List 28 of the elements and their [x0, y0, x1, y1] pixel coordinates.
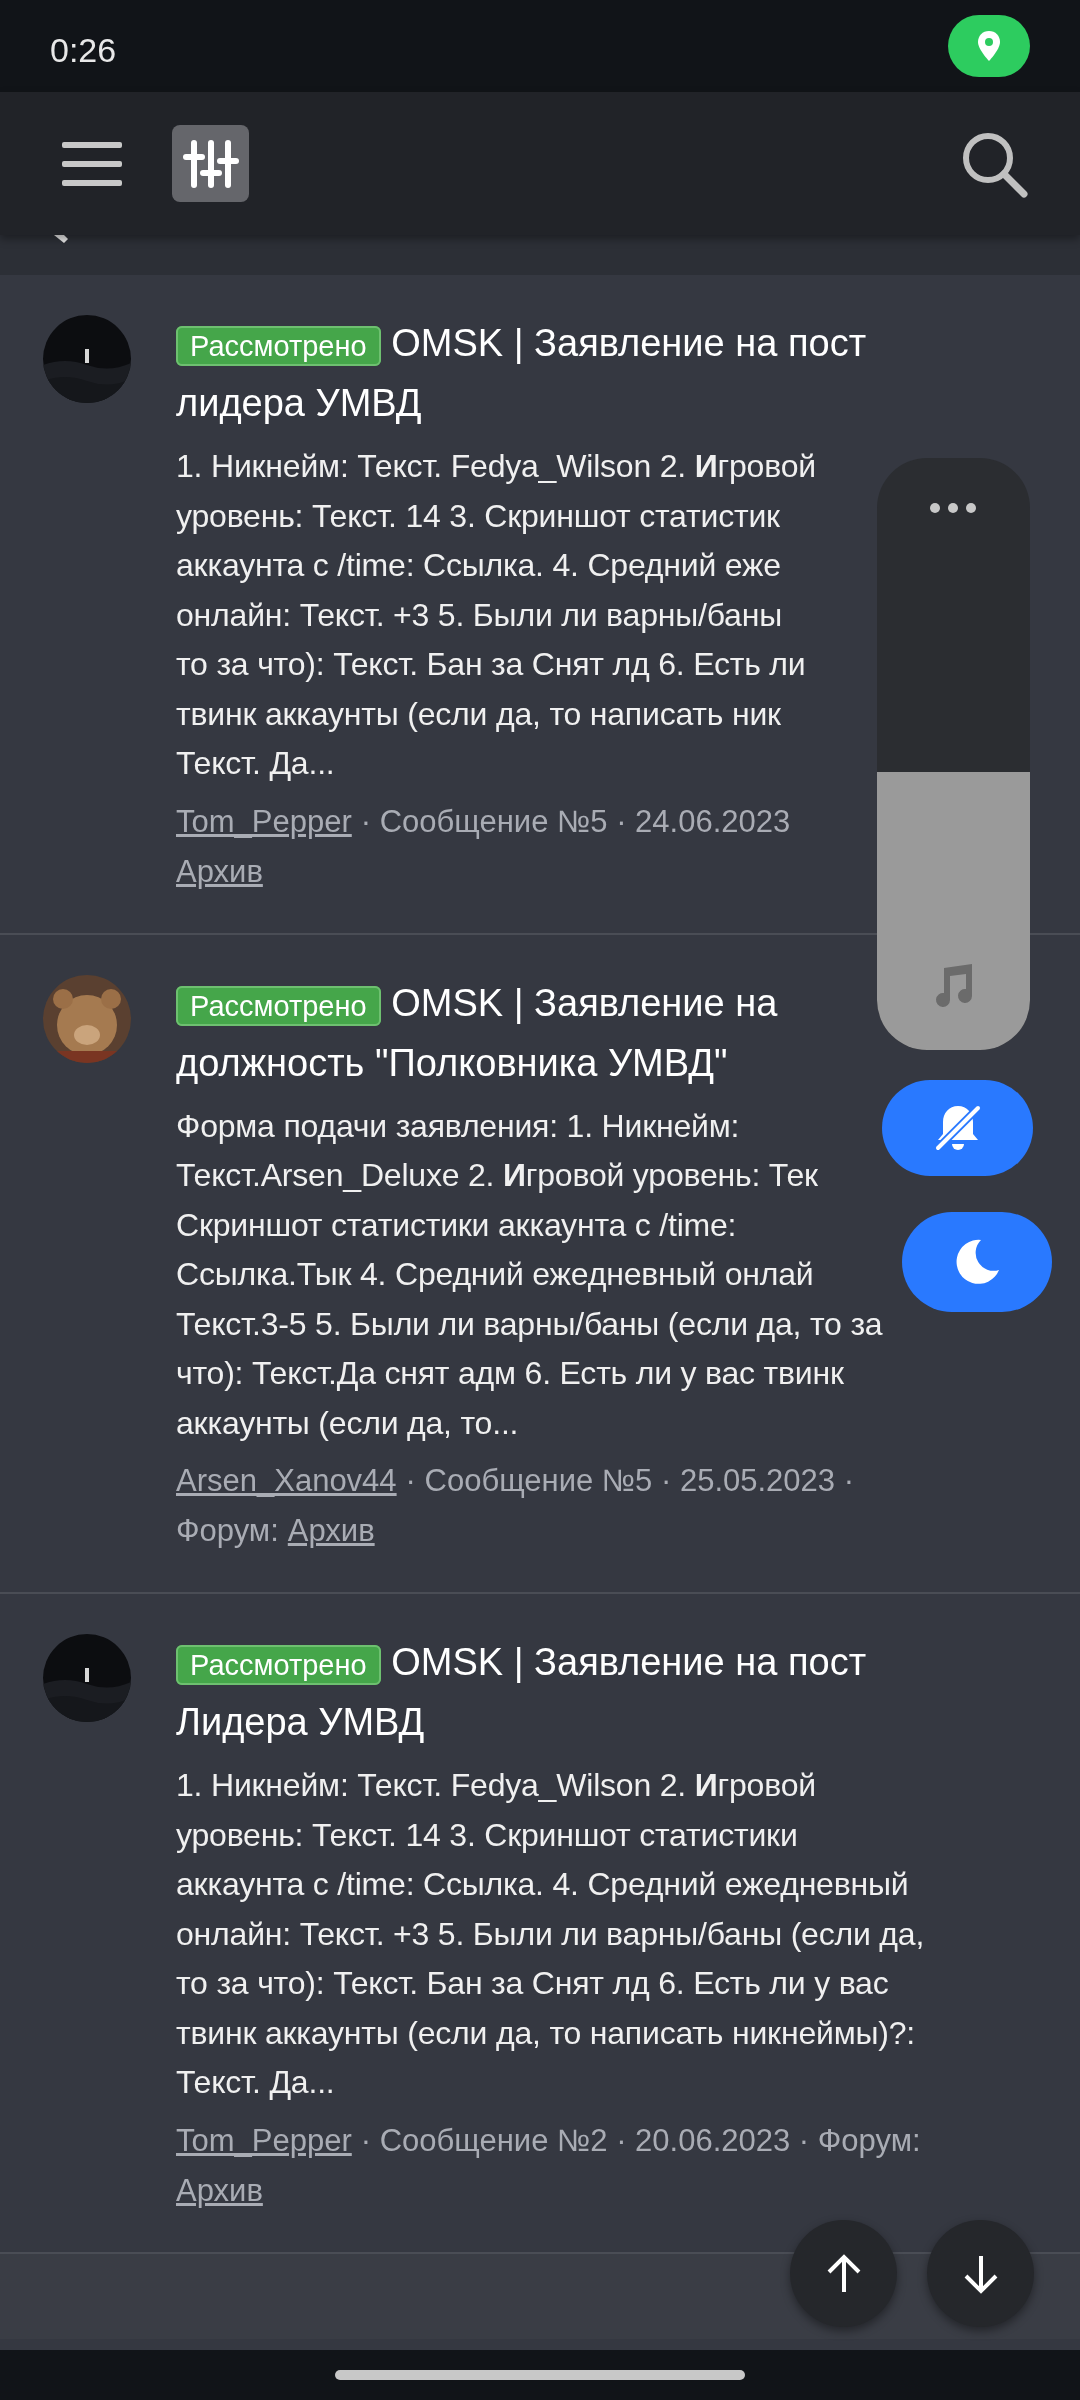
filter-button[interactable] — [172, 125, 249, 202]
sliders-icon — [181, 138, 240, 189]
status-time: 0:26 — [50, 30, 117, 70]
author-link[interactable]: Arsen_Xanov44 — [176, 1456, 397, 1506]
thread-excerpt: 1. Никнейм: Текст. Fedya_Wilson 2. Игровой уровень: Текст. 14 3. Скриншот статистики аккаунта с /time: Ссылка. 4. Средний ежедневный онлайн: Текст. +3 5. Были ли варны/баны (если да, то за что): Текст. Бан за Снят лд 6. Есть ли у вас твинк аккаунты (если да, то написать никнеймы)?: Текст. Да... — [176, 1766, 925, 2102]
post-info: · Сообщение №5 · 25.05.2023 · — [405, 1462, 854, 1500]
forum-link[interactable]: Архив — [176, 846, 263, 897]
volume-slider[interactable] — [877, 458, 1030, 1050]
author-link[interactable]: Tom_Pepper — [176, 796, 352, 847]
thread-excerpt: 1. Никнейм: Текст. Fedya_Wilson 2. Игровой уровень: Текст. 14 3. Скриншот статистик аккаунта с /time: Ссылка. 4. Средний еже онлайн: Текст. +3 5. Были ли варны/баны то за что): Текст. Бан за Снят лд 6. Есть ли твинк аккаунты (если да, то написать ник Текст. Да... — [176, 447, 816, 783]
thread-title[interactable]: Рассмотрено OMSK | Заявление на должность "Полковника УМВД" — [176, 974, 874, 1092]
thread-title[interactable]: Рассмотрено OMSK | Заявление на пост Лидера УМВД — [176, 1634, 874, 1751]
post-info: · Сообщение №2 · 20.06.2023 · Форум: — [360, 2121, 921, 2160]
forum-label: Форум: — [176, 1512, 279, 1550]
forum-link[interactable]: Архив — [287, 1506, 375, 1556]
location-pin-icon — [976, 30, 1002, 62]
more-icon — [929, 502, 977, 514]
menu-button[interactable] — [62, 140, 122, 187]
status-badge: Рассмотрено — [176, 1645, 381, 1685]
status-badge: Рассмотрено — [176, 985, 381, 1026]
status-badge: Рассмотрено — [176, 326, 381, 366]
menu-icon — [62, 140, 122, 187]
chevron-icon — [54, 235, 68, 245]
author-link[interactable]: Tom_Pepper — [176, 2115, 352, 2166]
post-info: · Сообщение №5 · 24.06.2023 — [360, 802, 791, 841]
thread-excerpt: Форма подачи заявления: 1. Никнейм: Текст.Arsen_Deluxe 2. Игровой уровень: Тек Скриншот статистики аккаунта с /time: Ссылка.Тык 4. Средний ежедневный онлай Текст.3-5 5. Были ли варны/баны (если да, то за что): Текст.Да снят адм 6. Есть ли у вас твинк аккаунты (если да, то... — [176, 1106, 883, 1443]
forum-link[interactable]: Архив — [176, 2165, 263, 2216]
thread-title[interactable]: Рассмотрено OMSK | Заявление на пост лидера УМВД — [176, 315, 874, 432]
